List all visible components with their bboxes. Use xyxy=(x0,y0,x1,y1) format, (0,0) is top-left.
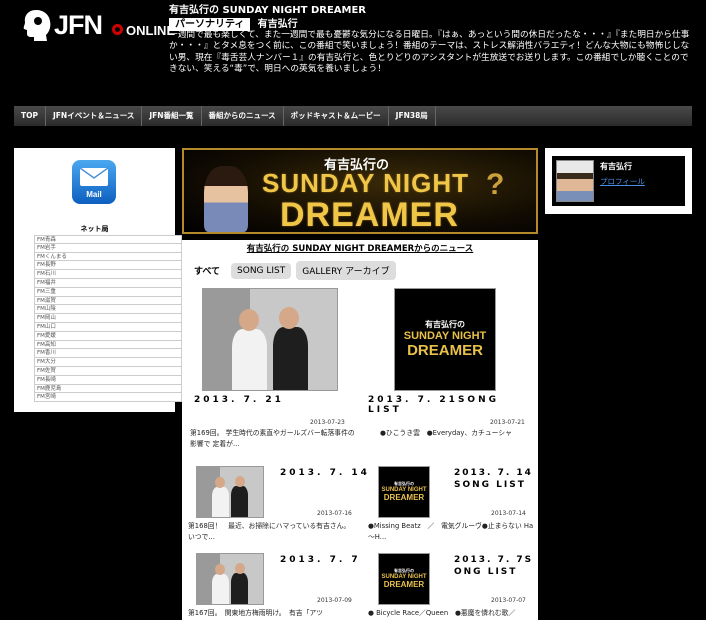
nav-top[interactable]: TOP xyxy=(14,106,46,126)
news-item-date: 2013-07-07 xyxy=(491,597,526,604)
news-thumb-logo[interactable]: 有吉弘行の SUNDAY NIGHT DREAMER xyxy=(378,466,430,518)
station-link[interactable]: FM岩手 xyxy=(34,243,182,253)
station-link[interactable]: FM高知 xyxy=(34,340,182,350)
jfn-online-logo[interactable]: JFN ONLINE xyxy=(22,8,175,44)
news-item-title-line2[interactable]: SONG LIST xyxy=(454,480,526,490)
filter-tabs: すべて SONG LIST GALLERY アーカイブ xyxy=(194,261,401,280)
nav-program-news[interactable]: 番組からのニュース xyxy=(202,106,284,126)
news-thumb-logo[interactable]: 有吉弘行の SUNDAY NIGHT DREAMER xyxy=(394,288,496,391)
station-link[interactable]: FM愛媛 xyxy=(34,331,182,341)
profile-link[interactable]: プロフィール xyxy=(600,176,645,187)
news-item-title-line1[interactable]: 2013. 7. 14 xyxy=(454,468,533,478)
news-item-title[interactable]: 2013. 7. 21 xyxy=(194,395,284,405)
news-thumb-logo[interactable]: 有吉弘行の SUNDAY NIGHT DREAMER xyxy=(378,553,430,605)
news-item-date: 2013-07-21 xyxy=(490,419,525,426)
banner-host-photo xyxy=(204,166,248,232)
personality-name: 有吉弘行 xyxy=(257,19,298,30)
station-link[interactable]: FM青森 xyxy=(34,235,182,244)
tab-song-list[interactable]: SONG LIST xyxy=(231,262,292,279)
thumb-logo-line2: DREAMER xyxy=(383,580,425,589)
thumb-logo-line2: DREAMER xyxy=(407,342,483,359)
news-item-excerpt: 第169回。 学生時代の素直やガールズバー転落事件の影響で 定着が... xyxy=(190,429,355,448)
news-item-date: 2013-07-09 xyxy=(317,597,352,604)
station-link[interactable]: FM長崎 xyxy=(34,375,182,385)
banner-question-mark: ? xyxy=(486,168,505,201)
news-item-excerpt: ●ひこうき雲 ●Everyday、カチューシャ xyxy=(380,429,512,437)
news-item-date: 2013-07-14 xyxy=(491,510,526,517)
news-thumb-photo[interactable] xyxy=(202,288,338,391)
news-thumb-photo[interactable] xyxy=(196,553,264,605)
station-link[interactable]: FM鹿児島 xyxy=(34,384,182,394)
program-banner[interactable]: 有吉弘行の SUNDAY NIGHT DREAMER ? xyxy=(182,148,538,234)
program-title: 有吉弘行の SUNDAY NIGHT DREAMER xyxy=(169,5,367,16)
station-link[interactable]: FM岡山 xyxy=(34,314,182,323)
tab-gallery-archive[interactable]: GALLERY アーカイブ xyxy=(296,261,396,280)
station-link[interactable]: FM長野 xyxy=(34,261,182,271)
personality-row: パーソナリティ 有吉弘行 xyxy=(169,15,298,31)
station-link[interactable]: FM宮崎 xyxy=(34,393,182,403)
station-link[interactable]: FMくんまる xyxy=(34,252,182,262)
logo-online-text: ONLINE xyxy=(126,23,176,38)
station-link[interactable]: FM佐賀 xyxy=(34,366,182,376)
profile-panel: 有吉弘行 プロフィール xyxy=(545,148,692,214)
news-item-date: 2013-07-16 xyxy=(317,510,352,517)
program-description: 一週間で最も楽しくて、また一週間で最も憂鬱な気分になる日曜日。『はぁ、あっという… xyxy=(169,30,690,75)
envelope-flap-icon xyxy=(80,168,108,179)
avatar[interactable] xyxy=(556,160,594,202)
news-title[interactable]: 有吉弘行の SUNDAY NIGHT DREAMERからのニュース xyxy=(182,242,538,254)
news-item-date: 2013-07-23 xyxy=(310,419,345,426)
station-link[interactable]: FM山口 xyxy=(34,322,182,332)
news-item-title-line2[interactable]: ONG LIST xyxy=(454,567,517,577)
net-stations-title: ネット局 xyxy=(80,225,109,233)
station-link[interactable]: FM石川 xyxy=(34,270,182,279)
station-list: FM青森 FM岩手 FMくんまる FM長野 FM石川 FM福井 FM三重 FM滋… xyxy=(34,235,182,403)
station-link[interactable]: FM滋賀 xyxy=(34,296,182,306)
news-item-excerpt: ●Missing Beatz ／ 電気グルーヴ●止まらない Ha～H... xyxy=(368,522,534,541)
news-panel: 有吉弘行の SUNDAY NIGHT DREAMERからのニュース すべて SO… xyxy=(182,240,538,620)
nav-podcast-movie[interactable]: ポッドキャスト＆ムービー xyxy=(284,106,389,126)
tab-all[interactable]: すべて xyxy=(194,261,226,280)
news-item-title-line1[interactable]: 2013. 7. 7S xyxy=(454,555,533,565)
profile-card: 有吉弘行 プロフィール xyxy=(552,156,685,206)
news-item-excerpt: 第168回！ 最近、お掃除にハマっている有吉さん。 いつで... xyxy=(188,522,354,541)
thumb-logo-line2: DREAMER xyxy=(383,493,425,502)
mail-icon[interactable]: Mail xyxy=(72,160,116,204)
station-link[interactable]: FM福井 xyxy=(34,278,182,288)
news-item-title[interactable]: 2013. 7. 21SONG LIST xyxy=(368,395,538,415)
left-sidebar: Mail ネット局 FM青森 FM岩手 FMくんまる FM長野 FM石川 FM福… xyxy=(14,148,182,412)
news-item-excerpt: 第167回。 関東地方梅雨明け。 有吉「アツ xyxy=(188,609,323,617)
logo-red-circle-icon xyxy=(112,24,123,35)
banner-title-line1: SUNDAY NIGHT xyxy=(262,168,470,198)
nav-events-news[interactable]: JFNイベント＆ニュース xyxy=(46,106,143,126)
global-nav: TOP JFNイベント＆ニュース JFN番組一覧 番組からのニュース ポッドキャ… xyxy=(14,106,692,126)
station-link[interactable]: FM三重 xyxy=(34,287,182,297)
banner-title-line2: DREAMER xyxy=(280,196,459,234)
station-link[interactable]: FM山陰 xyxy=(34,305,182,315)
news-item-title[interactable]: 2013. 7. 7 xyxy=(280,555,361,565)
head-silhouette-icon xyxy=(23,10,51,41)
thumb-logo-line1: SUNDAY NIGHT xyxy=(403,330,487,342)
news-item-title[interactable]: 2013. 7. 14 xyxy=(280,468,370,478)
logo-jfn-text: JFN xyxy=(54,10,103,40)
thumb-logo-small: 有吉弘行の xyxy=(425,320,465,329)
station-link[interactable]: FM香川 xyxy=(34,349,182,359)
station-link[interactable]: FM大分 xyxy=(34,358,182,367)
news-item-excerpt: ● Bicycle Race／Queen ●悪魔を憐れむ歌／ xyxy=(368,609,516,617)
news-thumb-photo[interactable] xyxy=(196,466,264,518)
nav-program-list[interactable]: JFN番組一覧 xyxy=(142,106,202,126)
nav-jfn38[interactable]: JFN38局 xyxy=(389,106,436,126)
mail-label: Mail xyxy=(86,190,102,199)
profile-name: 有吉弘行 xyxy=(600,162,632,171)
